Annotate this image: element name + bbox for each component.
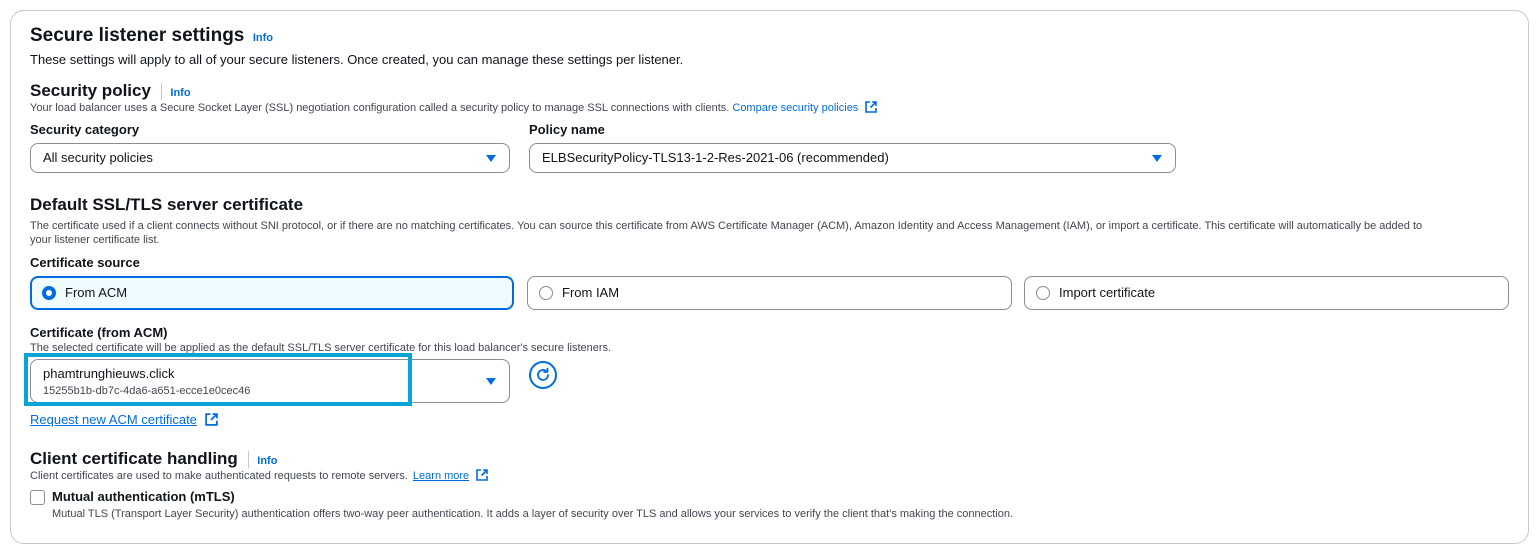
refresh-button[interactable]	[529, 361, 557, 389]
security-category-value: All security policies	[43, 150, 153, 165]
mtls-description: Mutual TLS (Transport Layer Security) au…	[52, 508, 1014, 520]
compare-security-policies-link[interactable]: Compare security policies	[732, 102, 858, 114]
radio-unchecked-icon[interactable]	[539, 286, 553, 300]
external-link-icon	[476, 469, 489, 481]
learn-more-link[interactable]: Learn more	[413, 470, 469, 482]
client-cert-description: Client certificates are used to make aut…	[30, 469, 489, 482]
request-acm-certificate-link[interactable]: Request new ACM certificate	[30, 412, 197, 427]
refresh-icon	[537, 367, 549, 381]
default-cert-description: The certificate used if a client connect…	[30, 220, 1423, 246]
source-label: Import certificate	[1059, 285, 1156, 300]
source-from-acm-tile[interactable]: From ACM	[30, 276, 514, 310]
mtls-label[interactable]: Mutual authentication (mTLS)	[52, 489, 235, 504]
policy-name-select[interactable]: ELBSecurityPolicy-TLS13-1-2-Res-2021-06 …	[529, 143, 1176, 173]
security-category-select[interactable]: All security policies	[30, 143, 510, 173]
client-cert-info-link[interactable]: Info	[257, 455, 277, 467]
external-link-icon	[865, 101, 878, 113]
info-link[interactable]: Info	[253, 32, 273, 44]
selection-highlight	[24, 353, 412, 406]
radio-checked-icon[interactable]	[42, 286, 56, 300]
section-title: Secure listener settings	[30, 25, 245, 46]
source-label: From ACM	[65, 285, 128, 300]
certificate-source-label: Certificate source	[30, 255, 140, 270]
caret-down-icon	[486, 155, 496, 162]
client-cert-title: Client certificate handling	[30, 449, 238, 468]
security-policy-description: Your load balancer uses a Secure Socket …	[30, 101, 878, 114]
radio-unchecked-icon[interactable]	[1036, 286, 1050, 300]
source-label: From IAM	[562, 285, 620, 300]
acm-certificate-label: Certificate (from ACM)	[30, 325, 168, 340]
security-category-label: Security category	[30, 122, 140, 137]
external-link-icon	[204, 413, 218, 426]
security-policy-title: Security policy	[30, 81, 151, 100]
caret-down-icon	[486, 378, 496, 385]
section-description: These settings will apply to all of your…	[30, 52, 684, 67]
security-policy-info-link[interactable]: Info	[170, 87, 190, 99]
section-header: Secure listener settings Info	[30, 25, 273, 47]
request-acm-certificate: Request new ACM certificate	[30, 412, 218, 427]
policy-name-label: Policy name	[529, 122, 605, 137]
client-cert-header: Client certificate handling Info	[30, 449, 278, 469]
security-policy-header: Security policy Info	[30, 81, 191, 101]
caret-down-icon	[1152, 155, 1162, 162]
policy-name-value: ELBSecurityPolicy-TLS13-1-2-Res-2021-06 …	[542, 150, 889, 165]
default-cert-title: Default SSL/TLS server certificate	[30, 195, 304, 214]
source-from-iam-tile[interactable]: From IAM	[527, 276, 1012, 310]
mtls-checkbox[interactable]	[30, 490, 45, 505]
source-import-certificate-tile[interactable]: Import certificate	[1024, 276, 1509, 310]
